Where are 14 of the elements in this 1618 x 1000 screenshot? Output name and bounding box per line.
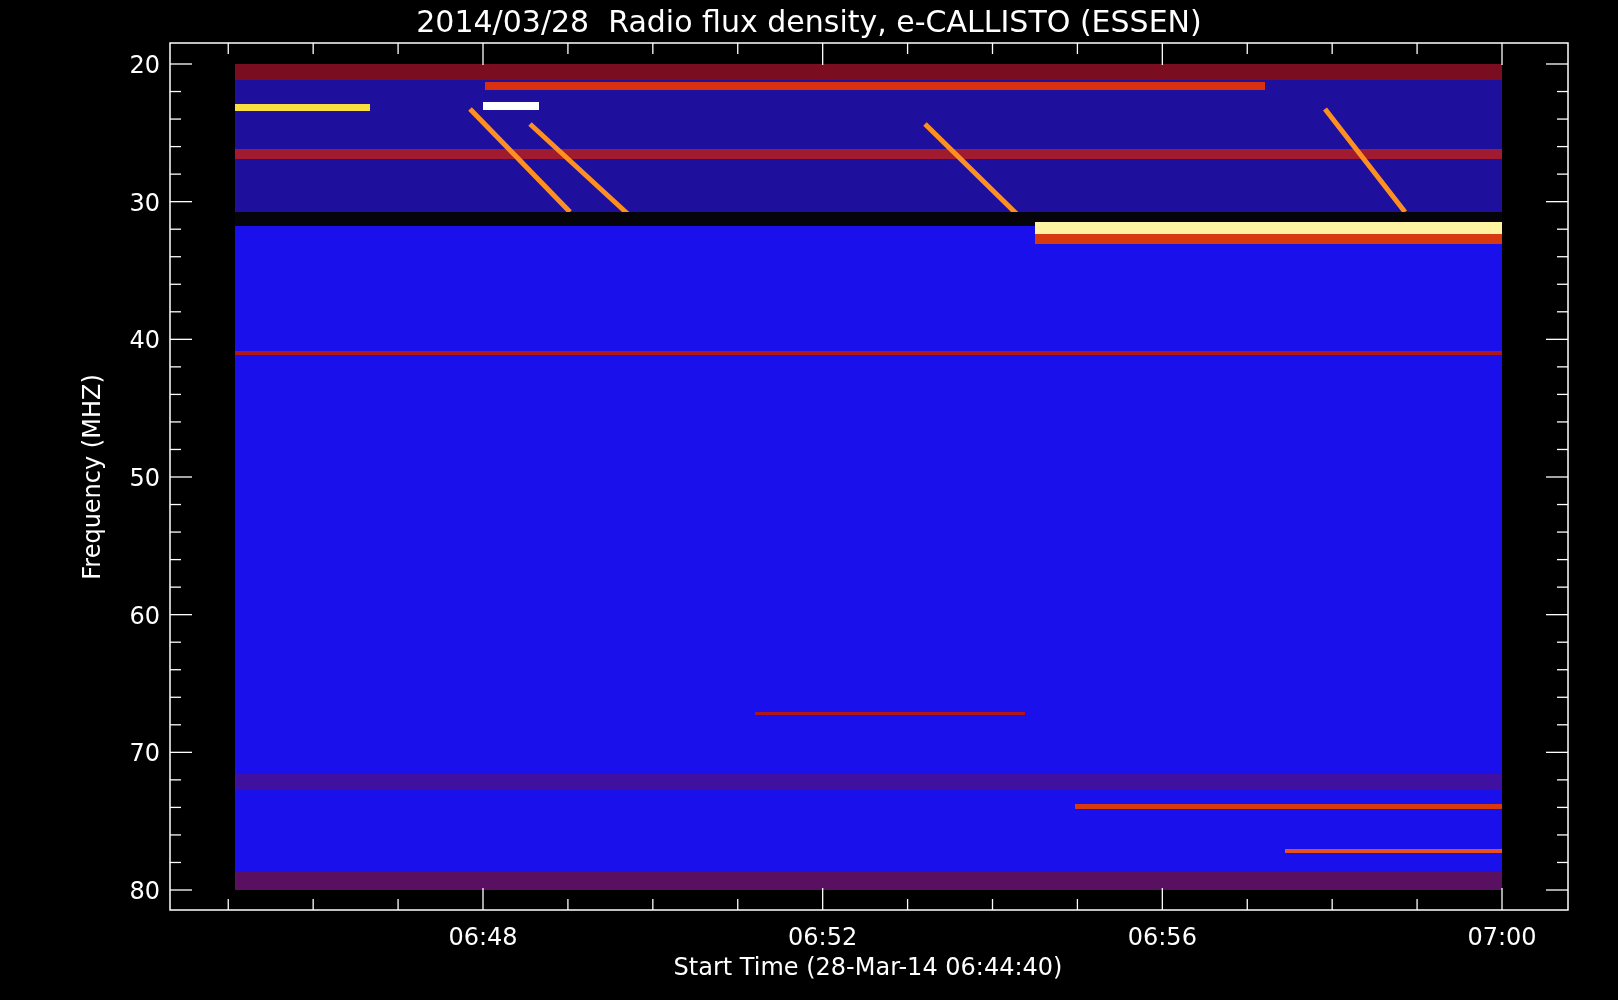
y-tick-label: 20: [129, 51, 160, 79]
y-tick-label: 60: [129, 601, 160, 630]
x-axis-label: Start Time (28-Mar-14 06:44:40): [673, 953, 1063, 981]
y-axis-label: Frequency (MHZ): [78, 374, 106, 580]
x-tick-label: 06:52: [788, 923, 858, 951]
y-tick-label: 40: [129, 326, 160, 355]
y-tick-label: 70: [129, 739, 160, 768]
y-tick-label: 50: [129, 464, 160, 492]
x-tick-label: 07:00: [1467, 923, 1537, 951]
x-tick-label: 06:48: [448, 923, 518, 951]
y-tick-label: 30: [129, 188, 160, 217]
y-tick-label: 80: [129, 877, 160, 905]
chart-title: 2014/03/28 Radio flux density, e-CALLISTO (ESSEN): [416, 4, 1202, 39]
x-tick-label: 06:56: [1127, 923, 1197, 951]
